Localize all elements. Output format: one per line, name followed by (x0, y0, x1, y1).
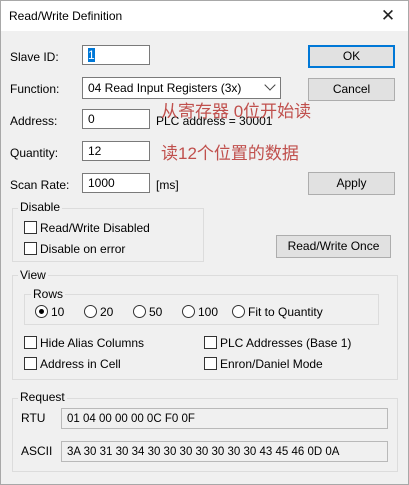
scan-rate-unit: [ms] (156, 178, 179, 192)
rows-radio-100[interactable] (182, 305, 195, 318)
plc-addresses-label: PLC Addresses (Base 1) (220, 336, 352, 350)
plc-addresses-checkbox[interactable] (204, 336, 217, 349)
rows-option-20: 20 (100, 305, 114, 319)
function-value: 04 Read Input Registers (3x) (88, 81, 242, 95)
slave-id-input[interactable]: 1 (82, 45, 150, 65)
address-in-cell-checkbox[interactable] (24, 357, 37, 370)
rows-option-50: 50 (149, 305, 163, 319)
enron-mode-checkbox[interactable] (204, 357, 217, 370)
hide-alias-label: Hide Alias Columns (40, 336, 145, 350)
disable-group-title: Disable (18, 200, 63, 214)
address-in-cell-label: Address in Cell (40, 357, 121, 371)
address-annotation: 从寄存器 0位开始读 (161, 102, 312, 121)
title-bar: Read/Write Definition ✕ (1, 1, 408, 31)
cancel-button[interactable]: Cancel (308, 78, 395, 101)
disable-on-error-label: Disable on error (40, 242, 126, 256)
read-write-disabled-label: Read/Write Disabled (40, 221, 150, 235)
rows-radio-20[interactable] (84, 305, 97, 318)
enron-mode-label: Enron/Daniel Mode (220, 357, 323, 371)
dialog-window: Read/Write Definition ✕ Slave ID: 1 Func… (0, 0, 409, 485)
address-label: Address: (10, 114, 58, 128)
scan-rate-label: Scan Rate: (10, 178, 70, 192)
ascii-field[interactable]: 3A 30 31 30 34 30 30 30 30 30 30 30 43 4… (61, 441, 388, 462)
read-write-disabled-checkbox[interactable] (24, 221, 37, 234)
chevron-down-icon (264, 79, 276, 91)
view-group-title: View (18, 268, 48, 282)
ok-button[interactable]: OK (308, 45, 395, 68)
rtu-label: RTU (21, 411, 46, 425)
disable-on-error-checkbox[interactable] (24, 242, 37, 255)
slave-id-value: 1 (88, 48, 95, 62)
rows-option-fit: Fit to Quantity (248, 305, 323, 319)
hide-alias-checkbox[interactable] (24, 336, 37, 349)
rows-radio-50[interactable] (133, 305, 146, 318)
close-icon[interactable]: ✕ (378, 6, 398, 26)
address-input[interactable]: 0 (82, 109, 150, 129)
quantity-input[interactable]: 12 (82, 141, 150, 161)
rows-option-10: 10 (51, 305, 65, 319)
function-select[interactable]: 04 Read Input Registers (3x) (82, 77, 281, 99)
rows-radio-10[interactable] (35, 305, 48, 318)
function-label: Function: (10, 82, 60, 96)
slave-id-label: Slave ID: (10, 50, 59, 64)
apply-button[interactable]: Apply (308, 172, 395, 195)
rtu-field[interactable]: 01 04 00 00 00 0C F0 0F (61, 408, 388, 429)
rows-option-100: 100 (198, 305, 219, 319)
request-group-title: Request (18, 390, 67, 404)
rows-radio-fit[interactable] (232, 305, 245, 318)
read-write-once-button[interactable]: Read/Write Once (276, 235, 391, 258)
window-title: Read/Write Definition (9, 9, 123, 23)
scan-rate-input[interactable]: 1000 (82, 173, 150, 193)
quantity-annotation: 读12个位置的数据 (161, 144, 299, 163)
rows-group-title: Rows (31, 287, 66, 301)
quantity-label: Quantity: (10, 146, 59, 160)
ascii-label: ASCII (21, 444, 53, 458)
